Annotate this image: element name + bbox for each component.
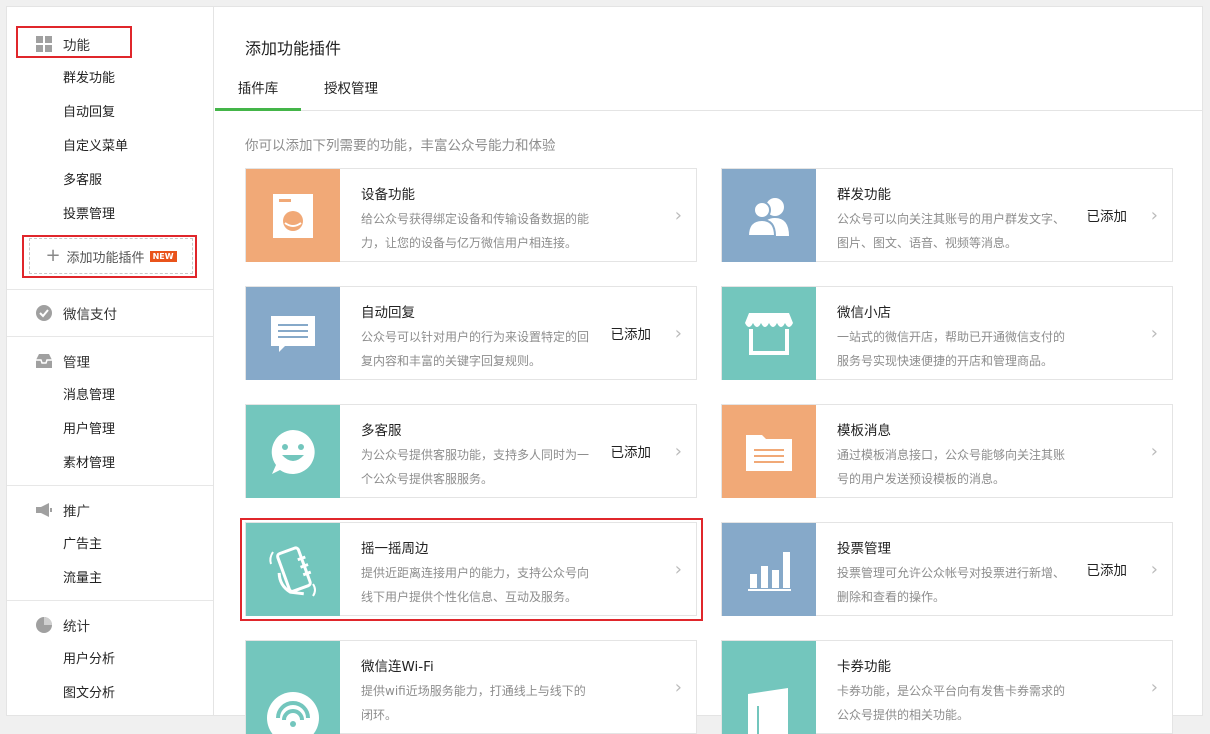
card-description: 卡券功能，是公众平台向有发售卡券需求的公众号提供的相关功能。: [837, 684, 1066, 722]
card-title: 自动回复: [361, 305, 415, 321]
nav-head-manage[interactable]: 管理: [7, 343, 213, 379]
card-thumb: [722, 169, 816, 262]
plugin-card-device[interactable]: 设备功能 给公众号获得绑定设备和传输设备数据的能力，让您的设备与亿万微信用户相连…: [245, 168, 697, 262]
folder-icon: [746, 434, 792, 471]
sidebar-item-customer-service[interactable]: 多客服: [7, 164, 213, 198]
card-thumb: [246, 169, 340, 262]
nav-group-manage: 管理 消息管理 用户管理 素材管理: [7, 337, 213, 486]
sidebar-item-mass-send[interactable]: 群发功能: [7, 62, 213, 96]
card-thumb: [246, 641, 340, 734]
plugin-card-customer-service[interactable]: 多客服 为公众号提供客服功能，支持多人同时为一个公众号提供客服服务。 已添加 ›: [245, 404, 697, 498]
card-status: 已添加: [610, 445, 652, 461]
chevron-right-icon: ›: [674, 323, 682, 344]
sidebar: 功能 群发功能 自动回复 自定义菜单 多客服 投票管理 + 添加功能插件 NEW…: [7, 7, 214, 715]
sidebar-item-user-analysis[interactable]: 用户分析: [7, 643, 213, 677]
chevron-right-icon: ›: [1150, 677, 1158, 698]
chevron-right-icon: ›: [1150, 205, 1158, 226]
chevron-right-icon: ›: [1150, 441, 1158, 462]
card-description: 投票管理可允许公众帐号对投票进行新增、删除和查看的操作。: [837, 566, 1066, 604]
highlight-box: [16, 26, 132, 58]
nav-group-promote: 推广 广告主 流量主: [7, 486, 213, 601]
tab-plugin-library[interactable]: 插件库: [215, 71, 301, 111]
card-title: 多客服: [361, 423, 402, 439]
sidebar-item-messages[interactable]: 消息管理: [7, 379, 213, 413]
nav-head-stats[interactable]: 统计: [7, 607, 213, 643]
card-title: 设备功能: [361, 187, 415, 203]
card-icon: [748, 688, 788, 734]
sidebar-item-auto-reply[interactable]: 自动回复: [7, 96, 213, 130]
nav-head-label: 推广: [63, 504, 90, 520]
store-icon: [745, 312, 793, 355]
message-icon: [271, 315, 315, 352]
page-title: 添加功能插件: [245, 39, 342, 58]
card-title: 模板消息: [837, 423, 891, 439]
highlight-box: [22, 235, 197, 278]
nav-head-label: 管理: [63, 355, 90, 371]
card-thumb: [722, 523, 816, 616]
main-content: 添加功能插件 插件库 授权管理 你可以添加下列需要的功能，丰富公众号能力和体验 …: [215, 7, 1202, 734]
plugin-card-coupon[interactable]: 卡券功能 卡券功能，是公众平台向有发售卡券需求的公众号提供的相关功能。 ›: [721, 640, 1173, 734]
plugin-card-vote[interactable]: 投票管理 投票管理可允许公众帐号对投票进行新增、删除和查看的操作。 已添加 ›: [721, 522, 1173, 616]
card-description: 公众号可以向关注其账号的用户群发文字、图片、图文、语音、视频等消息。: [837, 212, 1066, 250]
wechat-pay-icon: [35, 304, 53, 322]
sidebar-item-users[interactable]: 用户管理: [7, 413, 213, 447]
card-description: 通过模板消息接口，公众号能够向关注其账号的用户发送预设模板的消息。: [837, 448, 1066, 486]
nav-group-pay: 微信支付: [7, 290, 213, 337]
chevron-right-icon: ›: [674, 677, 682, 698]
sidebar-item-custom-menu[interactable]: 自定义菜单: [7, 130, 213, 164]
inbox-icon: [35, 352, 53, 370]
highlight-box: [240, 518, 703, 621]
megaphone-icon: [35, 501, 53, 519]
card-description: 一站式的微信开店，帮助已开通微信支付的服务号实现快速便捷的开店和管理商品。: [837, 330, 1066, 368]
chevron-right-icon: ›: [674, 441, 682, 462]
sidebar-item-advertiser[interactable]: 广告主: [7, 528, 213, 562]
card-thumb: [246, 405, 340, 498]
card-description: 为公众号提供客服功能，支持多人同时为一个公众号提供客服服务。: [361, 448, 590, 486]
card-thumb: [722, 641, 816, 734]
card-thumb: [722, 405, 816, 498]
chevron-right-icon: ›: [674, 205, 682, 226]
bar-chart-icon: [748, 551, 791, 591]
plugin-card-auto-reply[interactable]: 自动回复 公众号可以针对用户的行为来设置特定的回复内容和丰富的关键字回复规则。 …: [245, 286, 697, 380]
card-status: 已添加: [1086, 563, 1128, 579]
users-icon: [746, 197, 789, 237]
nav-head-label: 统计: [63, 619, 90, 635]
smile-icon: [271, 429, 315, 474]
sidebar-item-article-analysis[interactable]: 图文分析: [7, 677, 213, 711]
pie-chart-icon: [35, 616, 53, 634]
card-thumb: [722, 287, 816, 380]
card-title: 群发功能: [837, 187, 891, 203]
card-status: 已添加: [610, 327, 652, 343]
card-description: 公众号可以针对用户的行为来设置特定的回复内容和丰富的关键字回复规则。: [361, 330, 590, 368]
plugin-card-mass-send[interactable]: 群发功能 公众号可以向关注其账号的用户群发文字、图片、图文、语音、视频等消息。 …: [721, 168, 1173, 262]
sidebar-item-materials[interactable]: 素材管理: [7, 447, 213, 481]
card-description: 给公众号获得绑定设备和传输设备数据的能力，让您的设备与亿万微信用户相连接。: [361, 212, 590, 250]
card-description: 提供wifi近场服务能力，打通线上与线下的闭环。: [361, 684, 586, 722]
card-title: 微信小店: [837, 305, 891, 321]
nav-head-promote[interactable]: 推广: [7, 492, 213, 528]
tab-authorization[interactable]: 授权管理: [315, 71, 387, 111]
nav-group-stats: 统计 用户分析 图文分析: [7, 601, 213, 721]
sidebar-item-vote[interactable]: 投票管理: [7, 198, 213, 232]
plugin-card-template-message[interactable]: 模板消息 通过模板消息接口，公众号能够向关注其账号的用户发送预设模板的消息。 ›: [721, 404, 1173, 498]
page-description: 你可以添加下列需要的功能，丰富公众号能力和体验: [245, 138, 556, 154]
plugin-card-wechat-store[interactable]: 微信小店 一站式的微信开店，帮助已开通微信支付的服务号实现快速便捷的开店和管理商…: [721, 286, 1173, 380]
nav-group-features: 功能 群发功能 自动回复 自定义菜单 多客服 投票管理 + 添加功能插件 NEW: [7, 7, 213, 290]
chevron-right-icon: ›: [1150, 559, 1158, 580]
plugin-card-wifi[interactable]: 微信连Wi-Fi 提供wifi近场服务能力，打通线上与线下的闭环。 ›: [245, 640, 697, 734]
sidebar-item-publisher[interactable]: 流量主: [7, 562, 213, 596]
nav-head-pay[interactable]: 微信支付: [7, 295, 213, 331]
card-title: 微信连Wi-Fi: [361, 659, 434, 675]
nav-head-label: 微信支付: [63, 307, 117, 323]
card-title: 卡券功能: [837, 659, 891, 675]
washing-machine-icon: [273, 193, 313, 238]
tab-bar: 插件库 授权管理: [215, 71, 1202, 111]
chevron-right-icon: ›: [1150, 323, 1158, 344]
card-thumb: [246, 287, 340, 380]
app-window: 功能 群发功能 自动回复 自定义菜单 多客服 投票管理 + 添加功能插件 NEW…: [6, 6, 1203, 734]
wifi-icon: [267, 692, 319, 734]
card-title: 投票管理: [837, 541, 891, 557]
card-status: 已添加: [1086, 209, 1128, 225]
